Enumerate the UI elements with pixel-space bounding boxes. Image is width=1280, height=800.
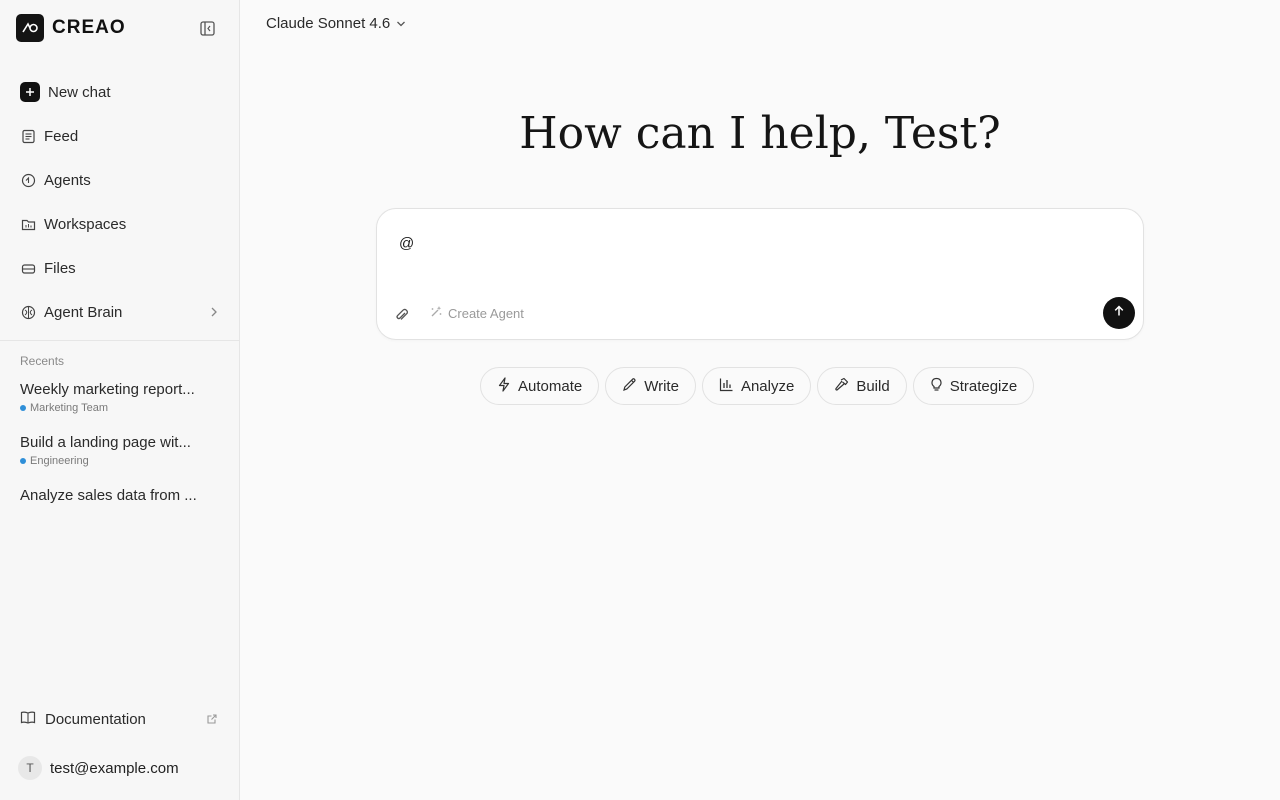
page-title: How can I help, Test? — [519, 108, 1001, 159]
send-button[interactable] — [1103, 297, 1135, 329]
sidebar-item-files[interactable]: Files — [12, 246, 228, 290]
recent-chat-title: Weekly marketing report... — [20, 381, 195, 398]
tag-dot — [20, 458, 26, 464]
create-agent-label: Create Agent — [448, 306, 524, 321]
analyze-chip[interactable]: Analyze — [701, 367, 812, 405]
book-icon — [20, 710, 36, 729]
documentation-link[interactable]: Documentation — [20, 709, 220, 729]
automate-label: Automate — [518, 377, 583, 395]
files-label: Files — [44, 259, 76, 277]
model-selector[interactable]: Claude Sonnet 4.6 — [266, 15, 406, 32]
new-chat-label: New chat — [48, 83, 111, 101]
logo-icon — [16, 14, 44, 42]
build-chip[interactable]: Build — [817, 367, 907, 405]
sidebar-nav: New chat Feed Agents Workspaces Files Ag… — [12, 70, 228, 334]
sidebar-item-agents[interactable]: Agents — [12, 158, 228, 202]
recent-chat-item[interactable]: Weekly marketing report... Marketing Tea… — [20, 381, 220, 414]
folder-icon — [20, 216, 36, 232]
recent-chat-item[interactable]: Build a landing page wit... Engineering — [20, 434, 220, 467]
hammer-icon — [834, 377, 849, 396]
workspaces-label: Workspaces — [44, 215, 127, 233]
sidebar: CREAO New chat Feed Agents Workspaces Fi… — [0, 0, 240, 800]
chat-input[interactable] — [399, 231, 1099, 255]
recent-chat-tag-label: Engineering — [30, 455, 89, 467]
tag-dot — [20, 405, 26, 411]
recent-chat-tag: Engineering — [20, 455, 220, 467]
automate-chip[interactable]: Automate — [480, 367, 600, 405]
build-label: Build — [856, 377, 890, 395]
user-email: test@example.com — [50, 759, 179, 777]
prompt-suggestion-chips: Automate Write Analyze Build Strategize — [480, 367, 1035, 405]
chevron-down-icon — [396, 15, 406, 32]
write-label: Write — [644, 377, 679, 395]
user-account[interactable]: T test@example.com — [18, 756, 179, 780]
agents-label: Agents — [44, 171, 91, 189]
create-agent-button[interactable]: Create Agent — [429, 305, 524, 322]
documentation-label: Documentation — [45, 710, 146, 728]
lightbulb-icon — [930, 377, 943, 396]
sidebar-divider — [0, 340, 239, 341]
recent-chat-item[interactable]: Analyze sales data from ... — [20, 487, 220, 504]
new-chat-button[interactable]: New chat — [12, 70, 228, 114]
write-chip[interactable]: Write — [605, 367, 696, 405]
strategize-label: Strategize — [949, 377, 1018, 395]
brand-logo[interactable]: CREAO — [16, 14, 126, 42]
avatar: T — [18, 756, 42, 780]
pencil-icon — [622, 377, 637, 396]
sidebar-item-workspaces[interactable]: Workspaces — [12, 202, 228, 246]
chat-composer: Create Agent — [376, 208, 1144, 340]
drive-icon — [20, 260, 36, 276]
plus-icon — [20, 82, 40, 102]
recent-chat-title: Build a landing page wit... — [20, 434, 191, 451]
bolt-icon — [497, 376, 511, 396]
sparkle-icon — [429, 305, 443, 322]
sidebar-collapse-icon[interactable] — [198, 19, 216, 37]
sidebar-item-agent-brain[interactable]: Agent Brain — [12, 290, 228, 334]
brain-icon — [20, 304, 36, 320]
bar-chart-icon — [719, 377, 734, 396]
recent-chat-title: Analyze sales data from ... — [20, 487, 197, 504]
newspaper-icon — [20, 128, 36, 144]
paperclip-icon[interactable] — [393, 305, 411, 323]
arrow-up-icon — [1113, 304, 1125, 322]
external-link-icon — [206, 712, 218, 729]
agents-icon — [20, 172, 36, 188]
recent-chat-tag-label: Marketing Team — [30, 402, 109, 414]
chevron-right-icon — [210, 305, 218, 322]
model-name: Claude Sonnet 4.6 — [266, 15, 391, 32]
sidebar-item-feed[interactable]: Feed — [12, 114, 228, 158]
feed-label: Feed — [44, 127, 79, 145]
recents-heading: Recents — [20, 354, 65, 368]
agent-brain-label: Agent Brain — [44, 303, 123, 321]
strategize-chip[interactable]: Strategize — [912, 367, 1035, 405]
analyze-label: Analyze — [740, 377, 795, 395]
brand-name: CREAO — [52, 17, 126, 38]
recent-chat-tag: Marketing Team — [20, 402, 220, 414]
